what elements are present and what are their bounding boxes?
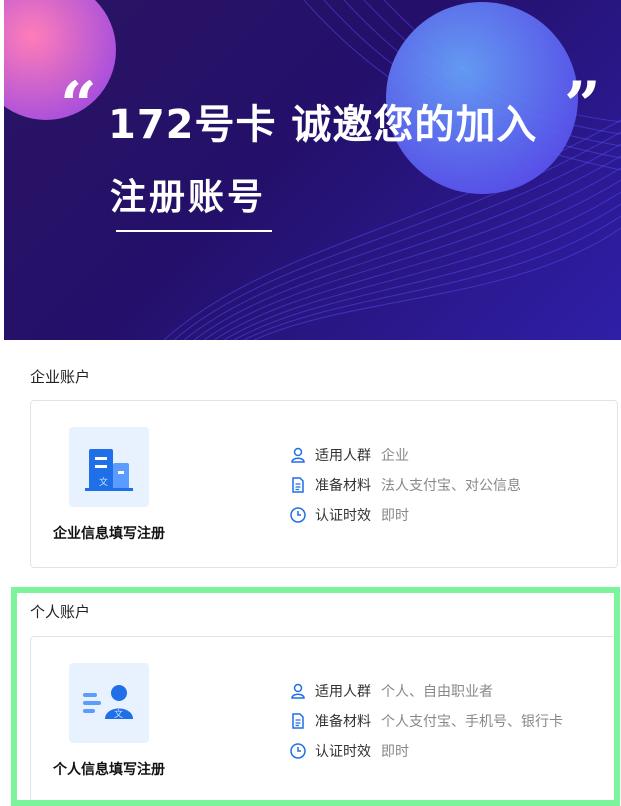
personal-card-name: 个人信息填写注册 (53, 762, 165, 778)
clock-icon (289, 506, 307, 524)
banner-quote-close: ” (564, 68, 601, 143)
banner-subtitle: 注册账号 (110, 177, 267, 218)
person-icon (289, 446, 307, 464)
personal-id-icon: 文 (69, 663, 149, 743)
personal-row-timing: 认证时效 即时 (289, 740, 409, 762)
row-value: 个人支付宝、手机号、银行卡 (381, 714, 563, 730)
svg-text:文: 文 (114, 708, 123, 720)
document-icon (289, 712, 307, 730)
banner-title: 172号卡 诚邀您的加入 (108, 102, 538, 148)
row-value: 法人支付宝、对公信息 (381, 478, 521, 494)
personal-row-materials: 准备材料 个人支付宝、手机号、银行卡 (289, 710, 563, 732)
svg-text:文: 文 (99, 476, 108, 488)
enterprise-account-card[interactable]: 推荐 文 企业信息填写注册 适用人群 企业 准备材料 法人支付宝、对公信息 认证… (30, 400, 618, 568)
person-icon (289, 682, 307, 700)
row-value: 即时 (381, 508, 409, 524)
limited-time-badge: 限时 (36, 644, 66, 674)
row-value: 企业 (381, 448, 409, 464)
row-value: 即时 (381, 744, 409, 760)
personal-account-card[interactable]: 限时 文 个人信息填写注册 适用人群 个人、自由职业者 准备材料 个人支付宝、手… (30, 636, 618, 804)
document-icon (289, 476, 307, 494)
personal-row-audience: 适用人群 个人、自由职业者 (289, 680, 493, 702)
section-title-personal: 个人账户 (30, 603, 91, 621)
enterprise-row-timing: 认证时效 即时 (289, 504, 409, 526)
row-value: 个人、自由职业者 (381, 684, 493, 700)
row-label: 准备材料 (315, 714, 371, 730)
enterprise-row-audience: 适用人群 企业 (289, 444, 409, 466)
row-label: 适用人群 (315, 448, 371, 464)
row-label: 适用人群 (315, 684, 371, 700)
enterprise-building-icon: 文 (69, 427, 149, 507)
row-label: 认证时效 (315, 508, 371, 524)
section-title-enterprise: 企业账户 (30, 368, 91, 386)
clock-icon (289, 742, 307, 760)
row-label: 准备材料 (315, 478, 371, 494)
enterprise-row-materials: 准备材料 法人支付宝、对公信息 (289, 474, 521, 496)
recommend-badge: 推荐 (36, 408, 66, 438)
banner-background-graphic (4, 0, 621, 340)
banner-quote-open: “ (60, 68, 97, 143)
row-label: 认证时效 (315, 744, 371, 760)
enterprise-card-name: 企业信息填写注册 (53, 526, 165, 542)
banner-underline (116, 230, 272, 232)
hero-banner: “ 172号卡 诚邀您的加入 ” 注册账号 (4, 0, 621, 340)
